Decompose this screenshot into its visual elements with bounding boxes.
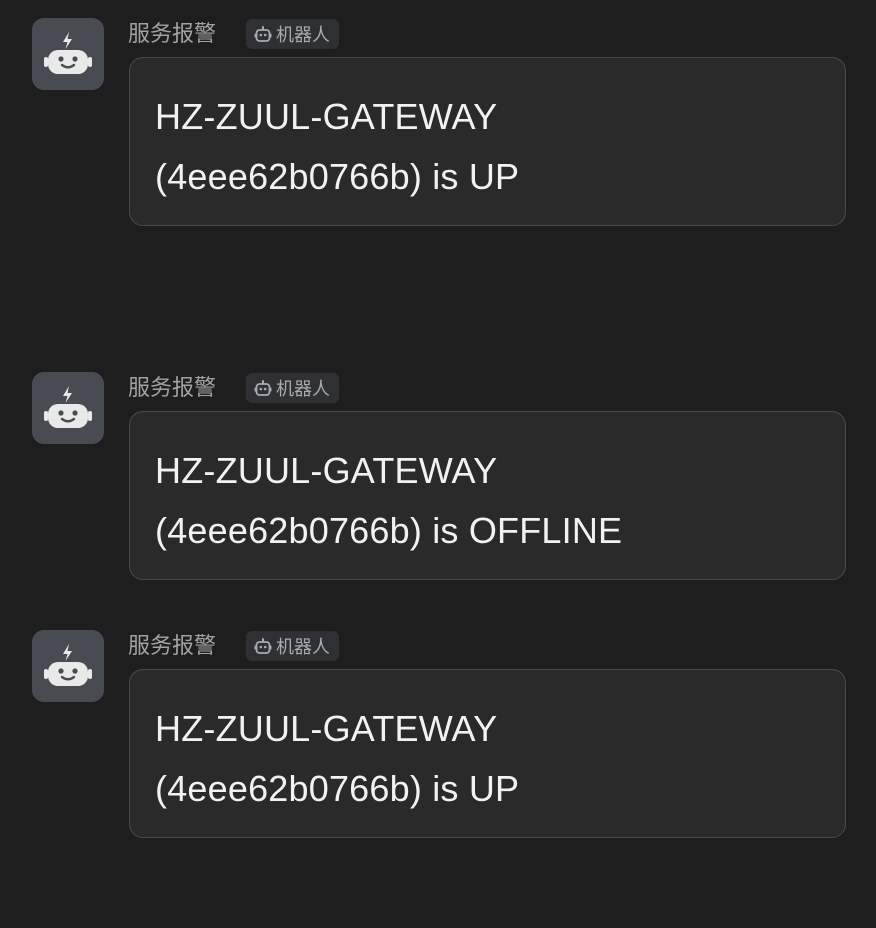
sender-name[interactable]: 服务报警 xyxy=(128,372,216,404)
sender-avatar[interactable] xyxy=(32,630,104,702)
message-line-service: HZ-ZUUL-GATEWAY xyxy=(155,450,498,491)
bot-tag: 机器人 xyxy=(246,19,340,49)
bot-tag-label: 机器人 xyxy=(276,379,331,399)
sender-row: 服务报警 机器人 xyxy=(128,372,340,404)
message-bubble[interactable]: HZ-ZUUL-GATEWAY (4eee62b0766b) is UP xyxy=(129,57,846,226)
sender-avatar[interactable] xyxy=(32,18,104,90)
message-line-status: (4eee62b0766b) is UP xyxy=(155,768,520,809)
message-line-status: (4eee62b0766b) is OFFLINE xyxy=(155,510,623,551)
bot-tag-label: 机器人 xyxy=(276,25,331,45)
robot-icon xyxy=(44,644,92,686)
message-line-service: HZ-ZUUL-GATEWAY xyxy=(155,96,498,137)
message-bubble[interactable]: HZ-ZUUL-GATEWAY (4eee62b0766b) is OFFLIN… xyxy=(129,411,846,580)
sender-name[interactable]: 服务报警 xyxy=(128,18,216,50)
message-bubble[interactable]: HZ-ZUUL-GATEWAY (4eee62b0766b) is UP xyxy=(129,669,846,838)
sender-avatar[interactable] xyxy=(32,372,104,444)
robot-icon xyxy=(254,25,272,43)
bot-tag: 机器人 xyxy=(246,373,340,403)
sender-name[interactable]: 服务报警 xyxy=(128,630,216,662)
sender-row: 服务报警 机器人 xyxy=(128,18,340,50)
robot-icon xyxy=(44,32,92,74)
chat-message-list: 服务报警 机器人 HZ-ZUUL-GATEWAY (4eee62b0766b) … xyxy=(0,0,876,928)
message-line-service: HZ-ZUUL-GATEWAY xyxy=(155,708,498,749)
robot-icon xyxy=(254,637,272,655)
bot-tag: 机器人 xyxy=(246,631,340,661)
robot-icon xyxy=(254,379,272,397)
message-line-status: (4eee62b0766b) is UP xyxy=(155,156,520,197)
sender-row: 服务报警 机器人 xyxy=(128,630,340,662)
robot-icon xyxy=(44,386,92,428)
bot-tag-label: 机器人 xyxy=(276,637,331,657)
